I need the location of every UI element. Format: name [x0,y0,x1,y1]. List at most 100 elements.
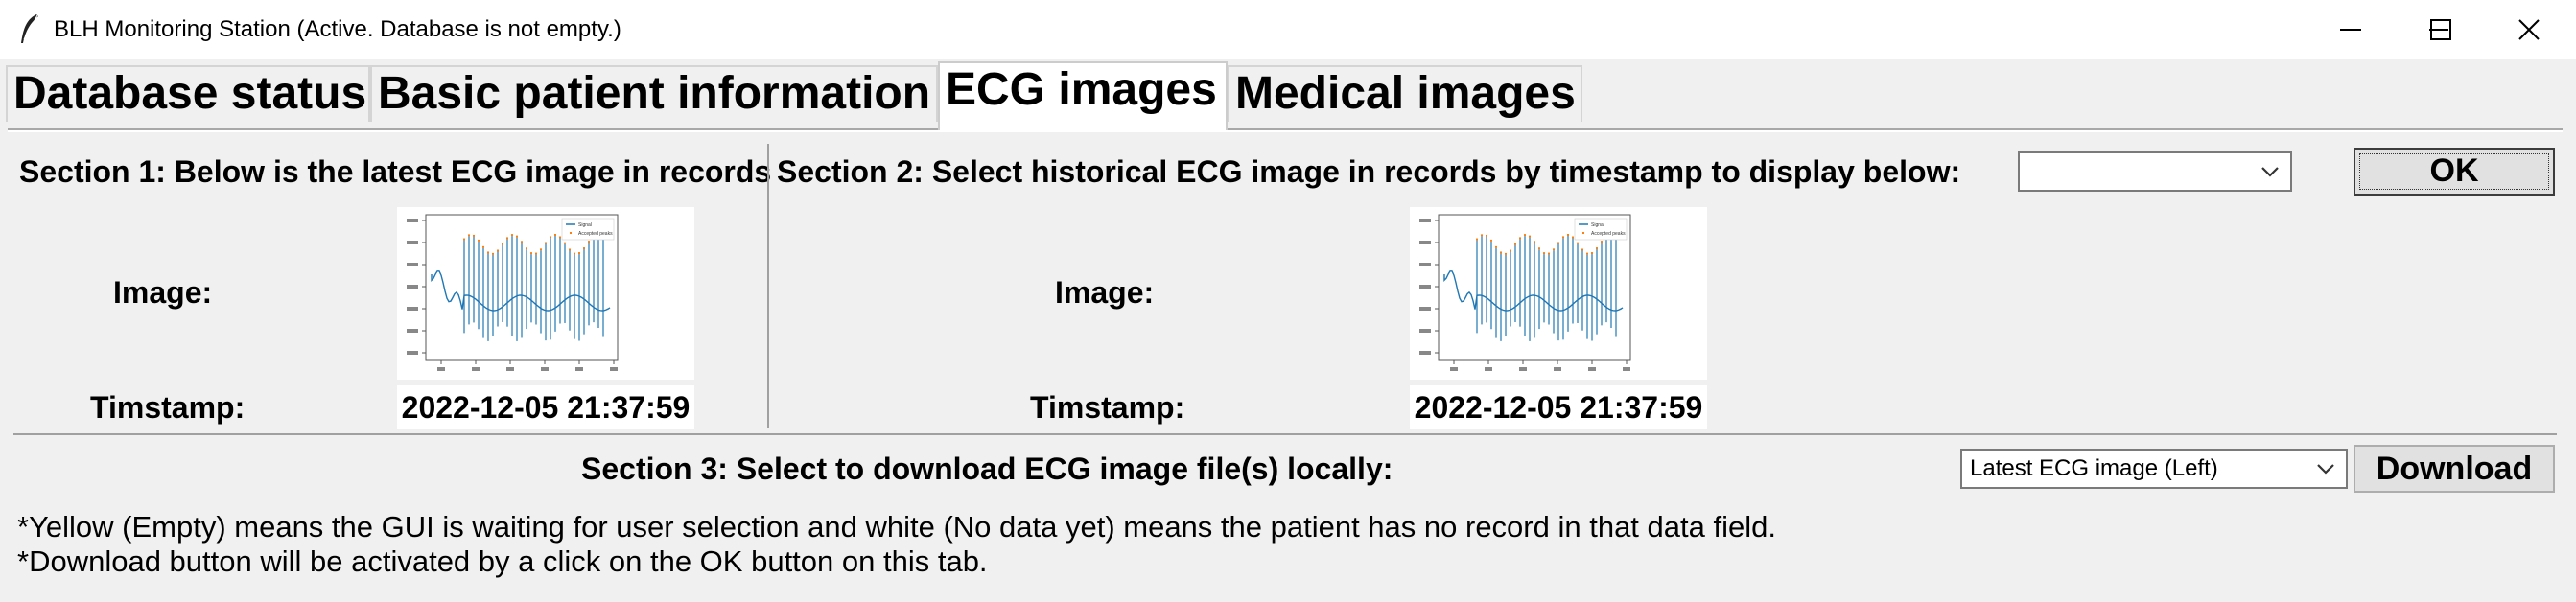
legend-swatch-peaks [1582,232,1584,234]
tab-ecg-images[interactable]: ECG images [938,61,1228,130]
tab-database-status[interactable]: Database status [6,65,370,122]
ecg-plot: Signal Accepted peaks [407,214,619,371]
section2-timestamp-value: 2022-12-05 21:37:59 [1410,385,1707,429]
section-divider-vertical [767,144,769,428]
peak-marker [1490,239,1492,242]
peak-marker [569,248,571,251]
tab-medical-images[interactable]: Medical images [1228,65,1582,122]
section1-heading: Section 1: Below is the latest ECG image… [19,154,772,189]
legend-swatch-peaks [570,232,572,234]
note-line-2: *Download button will be activated by a … [17,544,988,578]
peak-marker [502,243,503,245]
peak-marker [506,237,508,240]
peak-marker [1505,252,1507,255]
minimize-icon [2340,29,2361,31]
x-tick-label [1485,367,1492,371]
y-tick-label [407,285,418,289]
section3-heading: Section 3: Select to download ECG image … [581,452,1393,486]
download-select-value: Latest ECG image (Left) [1970,455,2218,481]
maximize-button[interactable] [2396,0,2486,59]
y-tick-label [407,241,418,244]
tab-basic-patient-information[interactable]: Basic patient information [370,65,938,122]
peak-marker [1572,236,1574,239]
x-tick-label [610,367,618,371]
peak-marker [1591,252,1593,255]
peak-marker [1495,245,1497,248]
y-tick-label [1419,263,1431,266]
peak-marker [1596,247,1598,250]
section1-timestamp-value: 2022-12-05 21:37:59 [397,385,694,429]
y-tick-label [1419,285,1431,289]
peak-marker [583,247,585,250]
legend-label-signal: Signal [1591,222,1604,228]
peak-marker [588,241,590,243]
close-button[interactable] [2484,0,2574,59]
x-tick-label [472,367,480,371]
y-tick-label [407,351,418,355]
peak-marker [482,245,484,248]
legend-label-signal: Signal [578,222,592,228]
peak-marker [1514,243,1516,245]
peak-marker [1586,252,1588,255]
timestamp-select[interactable] [2018,151,2292,192]
y-tick-label [407,329,418,333]
peak-marker [574,252,575,255]
section1-timestamp-label: Timstamp: [90,390,246,425]
peak-marker [554,234,556,237]
x-tick-label [575,367,583,371]
window-title: BLH Monitoring Station (Active. Database… [54,16,621,42]
peak-marker [1553,248,1555,251]
peak-marker [1548,252,1550,255]
peak-marker [463,238,465,241]
peak-marker [521,241,523,243]
peak-marker [540,248,542,251]
x-tick-label [506,367,514,371]
peak-marker [468,234,470,237]
peak-marker [1562,236,1564,239]
peak-marker [1567,234,1569,237]
y-tick-label [1419,219,1431,222]
peak-marker [545,242,547,244]
chevron-down-icon [2261,167,2279,177]
x-tick-label [1554,367,1561,371]
peak-marker [530,252,532,255]
peak-marker [516,235,518,238]
download-button[interactable]: Download [2354,445,2555,493]
download-select[interactable]: Latest ECG image (Left) [1960,449,2348,489]
peak-marker [497,249,499,252]
section1-image-label: Image: [113,275,213,310]
peak-marker [1538,247,1540,250]
x-tick-label [1450,367,1458,371]
y-tick-label [407,219,418,222]
peak-marker [1557,242,1559,244]
ok-button-label: OK [2429,152,2479,189]
peak-marker [1543,252,1545,255]
peak-marker [478,239,480,242]
peak-marker [1601,241,1603,243]
x-tick-label [541,367,549,371]
section-divider-horizontal [13,433,2557,435]
note-line-1: *Yellow (Empty) means the GUI is waiting… [17,510,1776,544]
peak-marker [526,247,527,250]
peak-marker [1481,234,1483,237]
x-tick-label [437,367,445,371]
peak-marker [564,242,566,244]
peak-marker [1476,238,1478,241]
peak-marker [535,252,537,255]
peak-marker [1500,251,1502,254]
x-tick-label [1623,367,1630,371]
peak-marker [1577,242,1579,244]
peak-marker [550,236,551,239]
minimize-button-real[interactable] [2306,0,2396,59]
peak-marker [1486,234,1487,237]
feather-icon [21,14,38,43]
peak-marker [511,234,513,237]
peak-marker [559,236,561,239]
y-tick-label [1419,241,1431,244]
chevron-down-icon [2317,464,2334,475]
legend-label-peaks: Accepted peaks [578,231,613,237]
ok-button[interactable]: OK [2354,148,2555,196]
section1-ecg-thumbnail: Signal Accepted peaks [397,207,694,380]
tab-strip-highlight [8,130,2563,132]
peak-marker [1510,249,1511,252]
